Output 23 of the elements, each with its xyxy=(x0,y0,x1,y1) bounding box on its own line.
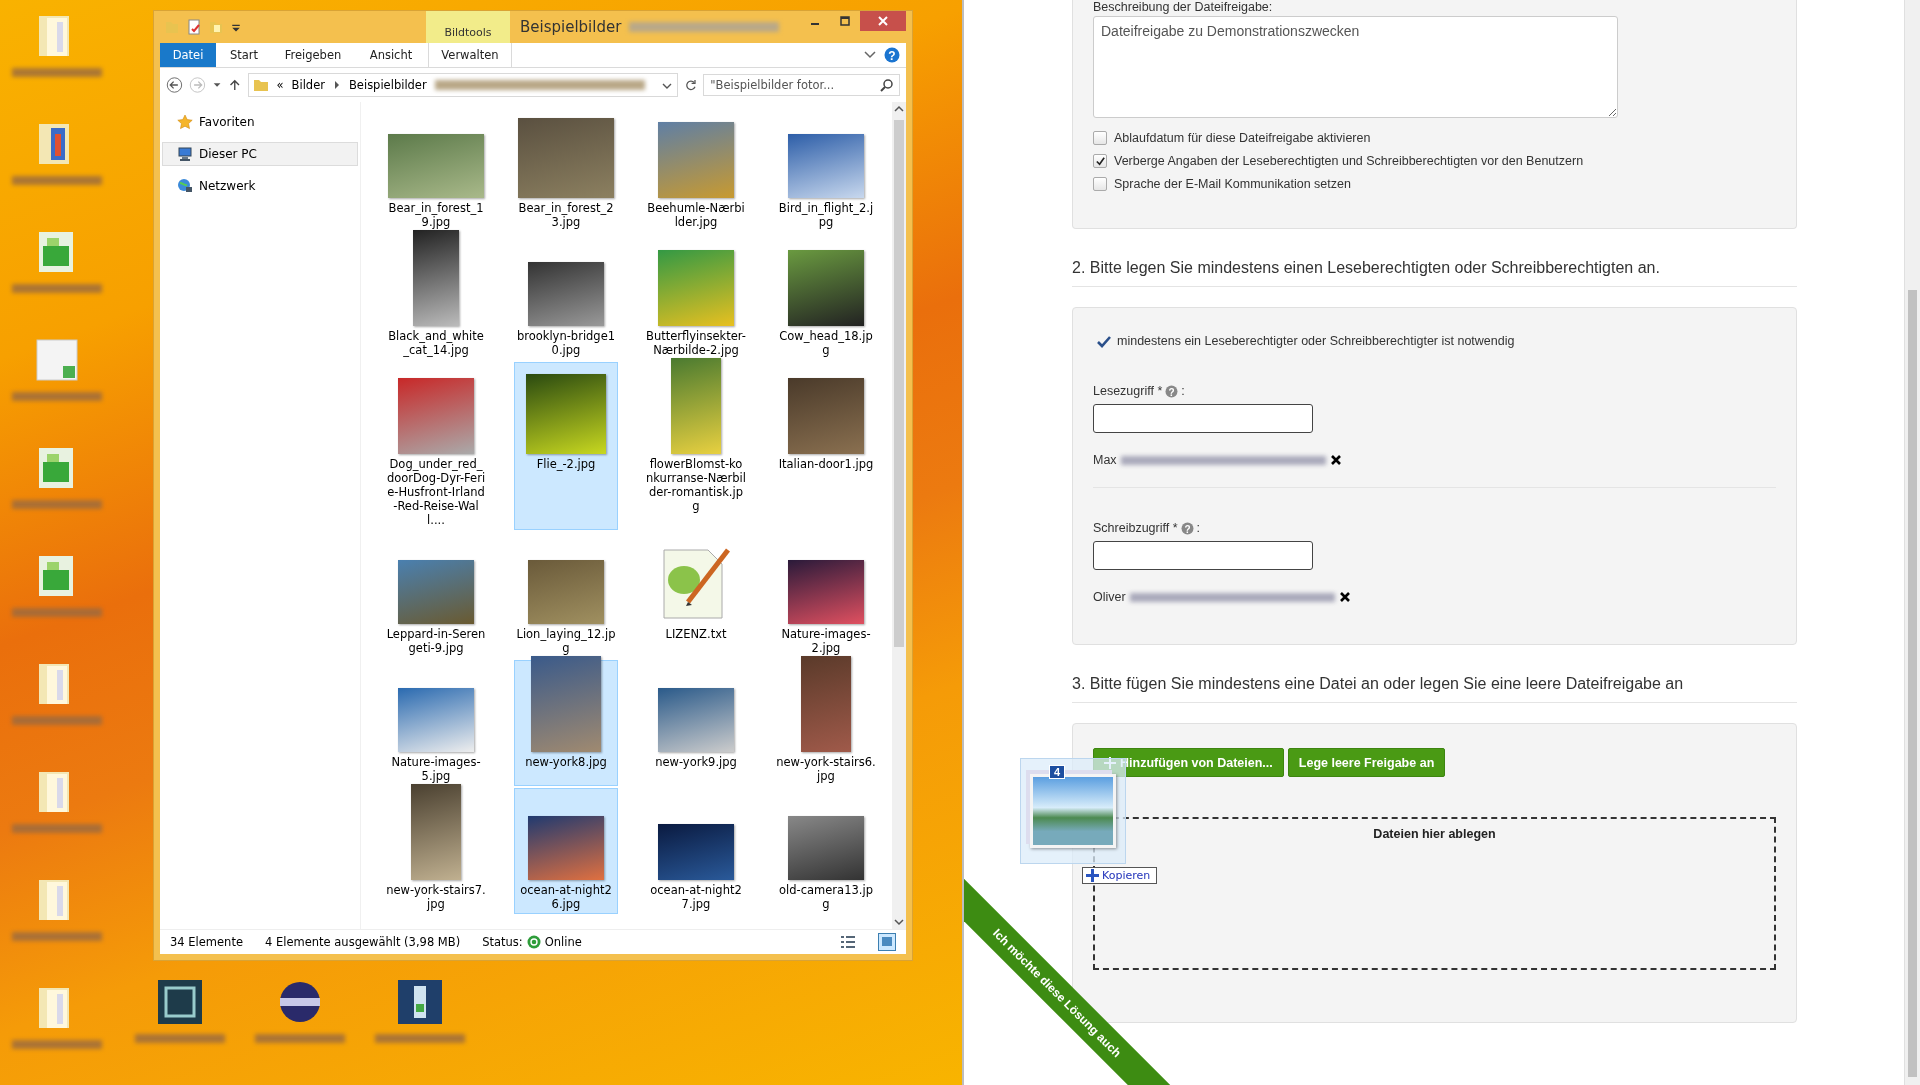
checkbox-label: Verberge Angaben der Leseberechtigten und Schreibberechtigten vor den Benutzern xyxy=(1114,154,1584,168)
recipient-name: Max xyxy=(1093,453,1117,467)
field-label: Schreibzugriff * xyxy=(1093,521,1178,535)
label-colon: : xyxy=(1196,521,1201,535)
count-badge: 4 xyxy=(1049,765,1066,779)
status-value: Online xyxy=(544,935,582,949)
section-heading: 3. Bitte fügen Sie mindestens eine Datei an oder legen Sie eine leere Dateifreigabe an xyxy=(1072,645,1797,703)
path-prefix: « xyxy=(276,78,284,92)
item-count: 34 Elemente xyxy=(170,935,243,949)
drag-action: Kopieren xyxy=(1102,869,1151,882)
field-label: Lesezugriff * xyxy=(1093,384,1163,398)
drop-zone-label: Dateien hier ablegen xyxy=(1373,827,1496,843)
checkbox-label: Ablaufdatum für diese Dateifreigabe aktivieren xyxy=(1114,131,1371,145)
status-label: Status: xyxy=(482,935,523,949)
selection-info: 4 Elemente ausgewählt (3,98 MB) xyxy=(265,935,461,949)
validation-message: mindestens ein Leseberechtigter oder Schreibberechtigter ist notwendig xyxy=(1117,334,1515,348)
window-title: Beispielbilder xyxy=(520,18,622,36)
checkbox-label: Sprache der E-Mail Kommunikation setzen xyxy=(1114,177,1351,191)
section-heading: 2. Bitte legen Sie mindestens einen Leseberechtigten oder Schreibberechtigten an. xyxy=(1072,229,1797,287)
field-label: Beschreibung der Dateifreigabe: xyxy=(1093,0,1274,14)
contextual-group-label: Bildtools xyxy=(444,26,492,39)
label-colon: : xyxy=(1181,384,1185,398)
recipient-name: Oliver xyxy=(1093,590,1126,604)
